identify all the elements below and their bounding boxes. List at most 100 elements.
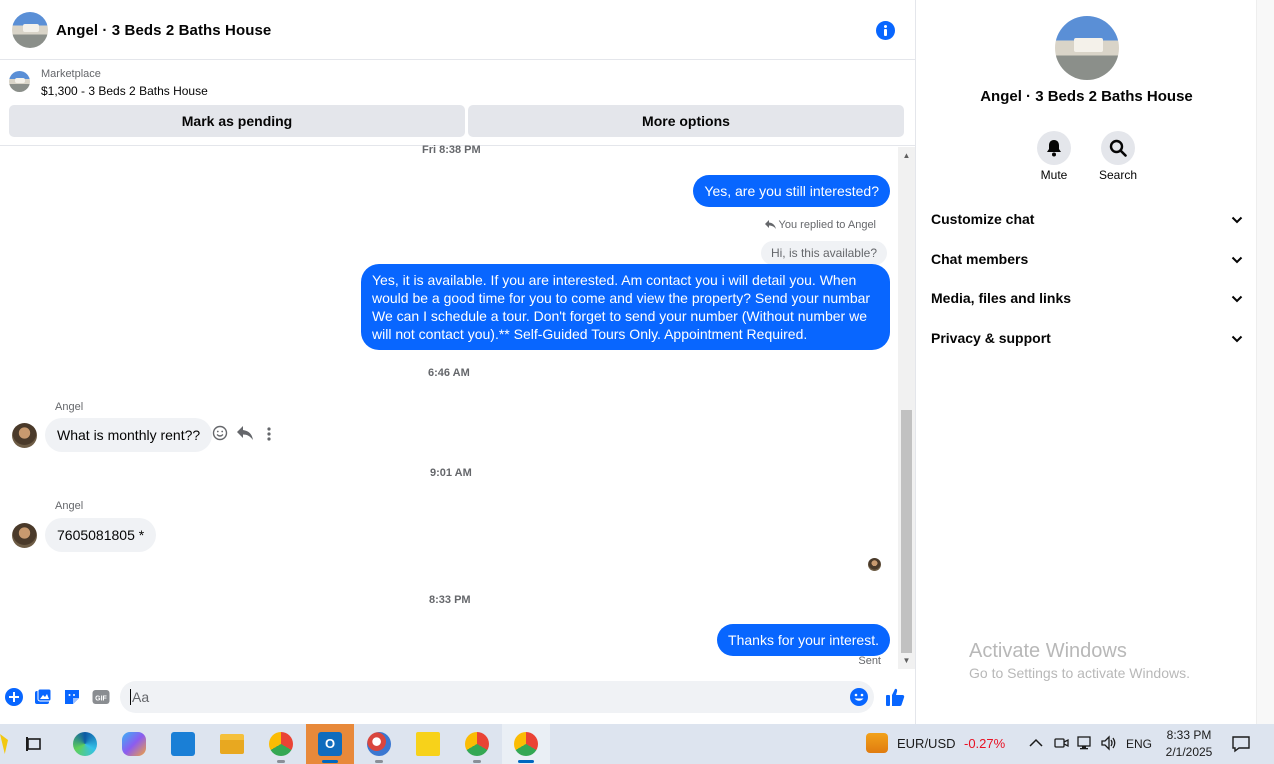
taskbar-store[interactable] xyxy=(159,724,207,764)
activate-windows-title: Activate Windows xyxy=(969,640,1127,662)
message-outgoing[interactable]: Yes, it is available. If you are interes… xyxy=(361,264,890,350)
taskbar: O EUR/USD -0.27% ENG 8:33 PM 2/1/2025 xyxy=(0,724,1274,764)
message-outgoing[interactable]: Yes, are you still interested? xyxy=(693,175,890,207)
edge-icon xyxy=(73,732,97,756)
chat-title[interactable]: Angel · 3 Beds 2 Baths House xyxy=(56,22,271,39)
ticker-symbol[interactable]: EUR/USD xyxy=(897,736,956,751)
chevron-down-icon xyxy=(1231,295,1243,303)
panel-avatar[interactable] xyxy=(1055,16,1119,80)
timestamp: 6:46 AM xyxy=(428,367,470,379)
section-label: Chat members xyxy=(931,251,1029,267)
sender-avatar[interactable] xyxy=(12,423,37,448)
sticker-icon[interactable] xyxy=(63,688,81,706)
scroll-up-arrow[interactable]: ▲ xyxy=(901,151,912,161)
meet-now-icon[interactable] xyxy=(1053,735,1069,751)
photo-icon[interactable] xyxy=(34,688,52,706)
message-input[interactable]: Aa xyxy=(120,681,874,713)
section-media-files-links[interactable]: Media, files and links xyxy=(931,290,1251,310)
taskbar-chrome-2[interactable] xyxy=(453,724,501,764)
task-view-button[interactable] xyxy=(10,724,58,764)
page-scrollbar[interactable] xyxy=(1256,0,1274,724)
message-actions xyxy=(212,425,282,443)
like-icon[interactable] xyxy=(885,687,905,707)
store-icon xyxy=(171,732,195,756)
taskbar-outlook[interactable]: O xyxy=(306,724,354,764)
scroll-down-arrow[interactable]: ▼ xyxy=(901,656,912,666)
taskbar-chrome-3[interactable] xyxy=(502,724,550,764)
chrome-icon xyxy=(269,732,293,756)
volume-icon[interactable] xyxy=(1100,735,1118,751)
message-incoming[interactable]: 7605081805 * xyxy=(45,518,157,552)
reply-icon[interactable] xyxy=(237,426,253,440)
bell-icon xyxy=(1047,140,1061,157)
weather-icon xyxy=(0,734,8,754)
chevron-down-icon xyxy=(1231,216,1243,224)
chevron-up-icon[interactable] xyxy=(1029,738,1043,748)
chat-header: Angel · 3 Beds 2 Baths House xyxy=(0,2,915,60)
listing-title[interactable]: $1,300 - 3 Beds 2 Baths House xyxy=(41,84,208,98)
listing-thumbnail[interactable] xyxy=(9,71,30,92)
chrome-icon xyxy=(514,732,538,756)
reply-note-text: You replied to Angel xyxy=(778,219,876,231)
scroll-thumb[interactable] xyxy=(901,410,912,653)
sender-name: Angel xyxy=(55,401,84,413)
sender-avatar[interactable] xyxy=(12,523,37,548)
section-label: Customize chat xyxy=(931,211,1035,227)
react-icon[interactable] xyxy=(212,425,228,441)
chrome-icon xyxy=(465,732,489,756)
chevron-down-icon xyxy=(1231,256,1243,264)
marketplace-banner: Marketplace $1,300 - 3 Beds 2 Baths Hous… xyxy=(0,61,915,146)
taskbar-copilot[interactable] xyxy=(110,724,158,764)
copilot-icon xyxy=(122,732,146,756)
marketplace-label: Marketplace xyxy=(41,68,101,80)
section-chat-members[interactable]: Chat members xyxy=(931,251,1251,271)
activate-windows-subtitle: Go to Settings to activate Windows. xyxy=(969,665,1190,681)
language-indicator[interactable]: ENG xyxy=(1126,737,1152,751)
screen: Angel · 3 Beds 2 Baths House Marketplace… xyxy=(0,0,1274,764)
folder-icon xyxy=(220,734,244,754)
section-privacy-support[interactable]: Privacy & support xyxy=(931,330,1251,350)
svg-text:GIF: GIF xyxy=(95,696,107,703)
sent-status: Sent xyxy=(858,655,881,667)
clock[interactable]: 8:33 PM 2/1/2025 xyxy=(1160,727,1218,761)
search-button[interactable] xyxy=(1101,131,1135,165)
reply-icon xyxy=(764,220,776,229)
sticky-notes-icon xyxy=(416,732,440,756)
emoji-icon[interactable] xyxy=(850,688,868,706)
network-icon[interactable] xyxy=(1076,735,1094,751)
chat-pane: Angel · 3 Beds 2 Baths House Marketplace… xyxy=(0,0,915,724)
task-view-icon xyxy=(26,737,41,751)
more-icon[interactable] xyxy=(266,426,272,442)
reply-note: You replied to Angel xyxy=(764,219,876,231)
message-incoming[interactable]: What is monthly rent?? xyxy=(45,418,213,452)
taskbar-file-explorer[interactable] xyxy=(208,724,256,764)
paint-icon xyxy=(367,732,391,756)
taskbar-paint[interactable] xyxy=(355,724,403,764)
section-label: Privacy & support xyxy=(931,330,1051,346)
mute-button[interactable] xyxy=(1037,131,1071,165)
message-input-placeholder: Aa xyxy=(130,689,150,705)
sender-name: Angel xyxy=(55,500,84,512)
mark-as-pending-button[interactable]: Mark as pending xyxy=(9,105,465,137)
info-icon[interactable] xyxy=(876,21,895,40)
gif-icon[interactable]: GIF xyxy=(92,688,110,706)
timestamp: 9:01 AM xyxy=(430,467,472,479)
search-icon xyxy=(1109,139,1127,157)
chat-avatar[interactable] xyxy=(12,12,48,48)
taskbar-sticky-notes[interactable] xyxy=(404,724,452,764)
panel-title: Angel · 3 Beds 2 Baths House xyxy=(980,88,1193,105)
more-options-button[interactable]: More options xyxy=(468,105,904,137)
message-outgoing[interactable]: Thanks for your interest. xyxy=(717,624,890,656)
market-widget-icon[interactable] xyxy=(866,733,888,753)
section-customize-chat[interactable]: Customize chat xyxy=(931,211,1251,231)
timestamp: 8:33 PM xyxy=(429,594,471,606)
timestamp: Fri 8:38 PM xyxy=(422,144,481,156)
notifications-icon[interactable] xyxy=(1232,735,1250,753)
message-list: Fri 8:38 PM Yes, are you still intereste… xyxy=(0,144,898,669)
plus-icon[interactable] xyxy=(5,688,23,706)
quoted-message[interactable]: Hi, is this available? xyxy=(760,241,887,265)
start-button[interactable] xyxy=(0,724,10,764)
taskbar-chrome-1[interactable] xyxy=(257,724,305,764)
taskbar-edge[interactable] xyxy=(61,724,109,764)
ticker-change: -0.27% xyxy=(964,736,1006,751)
